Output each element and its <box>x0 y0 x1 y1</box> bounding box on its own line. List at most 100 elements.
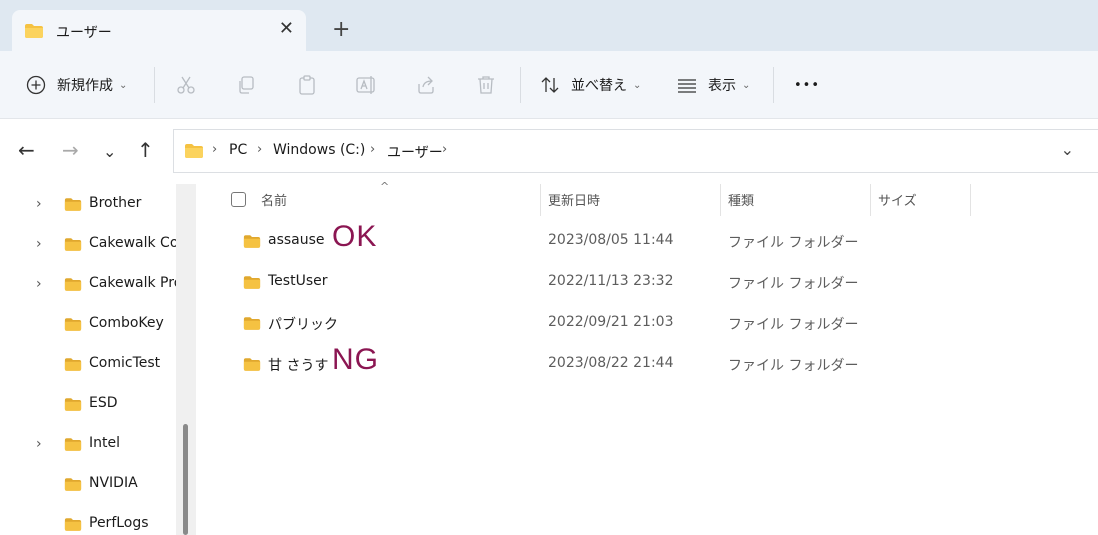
file-name: パブリック <box>268 317 338 333</box>
list-view-icon <box>678 79 696 93</box>
chevron-right-icon[interactable]: › <box>442 142 447 157</box>
sidebar-item[interactable]: ESD <box>0 384 176 424</box>
forward-arrow-icon[interactable]: → <box>62 140 79 160</box>
file-name: 甘 さうす <box>268 358 329 374</box>
view-button-label: 表示 <box>708 78 736 94</box>
sidebar-item-label: ESD <box>89 395 118 411</box>
view-button[interactable]: 表示 ⌄ <box>677 73 750 97</box>
divider <box>773 67 774 103</box>
column-header-size[interactable]: サイズ <box>878 190 917 209</box>
file-type: ファイル フォルダー <box>728 317 859 333</box>
file-type: ファイル フォルダー <box>728 235 859 251</box>
column-divider[interactable] <box>720 184 721 216</box>
cut-button[interactable] <box>176 73 196 97</box>
new-button[interactable]: 新規作成 ⌄ <box>26 73 127 97</box>
sidebar-item-label: Cakewalk Projects <box>89 275 176 291</box>
folder-icon <box>185 144 203 158</box>
scissors-icon <box>177 76 195 94</box>
close-icon[interactable]: ✕ <box>279 19 294 39</box>
chevron-right-icon[interactable]: › <box>257 142 262 157</box>
copy-icon <box>239 76 254 94</box>
annotation-label: NG <box>332 343 379 376</box>
folder-icon <box>243 358 261 371</box>
sidebar-item[interactable]: › Intel <box>0 424 176 464</box>
sidebar-item[interactable]: NVIDIA <box>0 464 176 504</box>
command-bar: 新規作成 ⌄ 並べ替え ⌄ 表示 ⌄ ••• <box>0 51 1098 119</box>
more-options-button[interactable]: ••• <box>794 73 820 97</box>
column-header-name[interactable]: 名前 <box>261 190 287 209</box>
file-type: ファイル フォルダー <box>728 276 859 292</box>
folder-icon <box>243 276 261 289</box>
share-icon <box>418 76 434 94</box>
breadcrumb-windows-c[interactable]: Windows (C:) <box>273 142 365 158</box>
trash-icon <box>478 76 494 94</box>
file-type: ファイル フォルダー <box>728 358 859 374</box>
divider <box>520 67 521 103</box>
delete-button[interactable] <box>476 73 496 97</box>
paste-button[interactable] <box>297 73 317 97</box>
sort-button-label: 並べ替え <box>571 78 627 94</box>
sidebar-item-label: Intel <box>89 435 120 451</box>
sidebar-item[interactable]: PerfLogs <box>0 504 176 535</box>
table-row[interactable]: assause 2023/08/05 11:44 ファイル フォルダー OK <box>230 220 1098 262</box>
tab-users[interactable]: ユーザー ✕ <box>12 10 306 51</box>
chevron-right-icon[interactable]: › <box>370 142 375 157</box>
file-date: 2022/11/13 23:32 <box>548 273 674 289</box>
rename-button[interactable] <box>356 73 378 97</box>
folder-icon <box>243 235 261 248</box>
address-bar[interactable]: › PC › Windows (C:) › ユーザー › ⌄ <box>173 129 1098 173</box>
folder-icon <box>25 24 43 38</box>
address-dropdown-chevron-icon[interactable]: ⌄ <box>1061 140 1074 159</box>
column-divider[interactable] <box>540 184 541 216</box>
plus-circle-icon <box>26 75 46 95</box>
sort-icon <box>541 77 559 93</box>
column-header-type[interactable]: 種類 <box>728 190 754 209</box>
back-arrow-icon[interactable]: ← <box>18 140 35 160</box>
sidebar-item[interactable]: ComicTest <box>0 344 176 384</box>
navigation-scrollbar-thumb[interactable] <box>183 424 188 535</box>
folder-icon <box>64 398 82 411</box>
new-tab-button[interactable]: + <box>332 18 350 42</box>
sidebar-item[interactable]: › Cakewalk Core <box>0 224 176 264</box>
breadcrumb-pc[interactable]: PC <box>229 142 247 158</box>
column-divider[interactable] <box>870 184 871 216</box>
breadcrumb-users[interactable]: ユーザー <box>387 142 443 162</box>
folder-icon <box>64 438 82 451</box>
share-button[interactable] <box>416 73 436 97</box>
chevron-right-icon[interactable]: › <box>36 196 42 212</box>
folder-icon <box>64 278 82 291</box>
chevron-down-icon: ⌄ <box>633 79 642 91</box>
sidebar-item-label: PerfLogs <box>89 515 149 531</box>
table-row[interactable]: 甘 さうす 2023/08/22 21:44 ファイル フォルダー NG <box>230 343 1098 385</box>
chevron-down-icon: ⌄ <box>742 79 751 91</box>
column-header-date[interactable]: 更新日時 <box>548 190 600 209</box>
table-row[interactable]: パブリック 2022/09/21 21:03 ファイル フォルダー <box>230 304 1098 344</box>
folder-icon <box>64 198 82 211</box>
table-row[interactable]: TestUser 2022/11/13 23:32 ファイル フォルダー <box>230 263 1098 303</box>
copy-button[interactable] <box>236 73 256 97</box>
folder-icon <box>64 318 82 331</box>
sidebar-item-label: Cakewalk Core <box>89 235 176 251</box>
sidebar-item[interactable]: › Cakewalk Projects <box>0 264 176 304</box>
tab-bar: ユーザー ✕ + <box>0 0 1098 51</box>
file-name: assause <box>268 232 325 248</box>
chevron-right-icon[interactable]: › <box>212 142 217 157</box>
rename-icon <box>356 76 375 94</box>
file-date: 2023/08/22 21:44 <box>548 355 674 371</box>
file-date: 2023/08/05 11:44 <box>548 232 674 248</box>
sidebar-item-label: NVIDIA <box>89 475 138 491</box>
chevron-right-icon[interactable]: › <box>36 236 42 252</box>
sort-button[interactable]: 並べ替え ⌄ <box>540 73 641 97</box>
sidebar-item[interactable]: ComboKey <box>0 304 176 344</box>
sidebar-item[interactable]: › Brother <box>0 184 176 224</box>
select-all-checkbox[interactable] <box>231 192 246 207</box>
column-divider[interactable] <box>970 184 971 216</box>
sidebar-item-label: Brother <box>89 195 142 211</box>
chevron-right-icon[interactable]: › <box>36 276 42 292</box>
chevron-right-icon[interactable]: › <box>36 436 42 452</box>
new-button-label: 新規作成 <box>57 78 113 94</box>
up-arrow-icon[interactable]: ↑ <box>137 140 154 160</box>
recent-locations-chevron-icon[interactable]: ⌄ <box>103 142 116 162</box>
sort-ascending-icon: ^ <box>380 180 390 193</box>
sidebar-item-label: ComboKey <box>89 315 164 331</box>
